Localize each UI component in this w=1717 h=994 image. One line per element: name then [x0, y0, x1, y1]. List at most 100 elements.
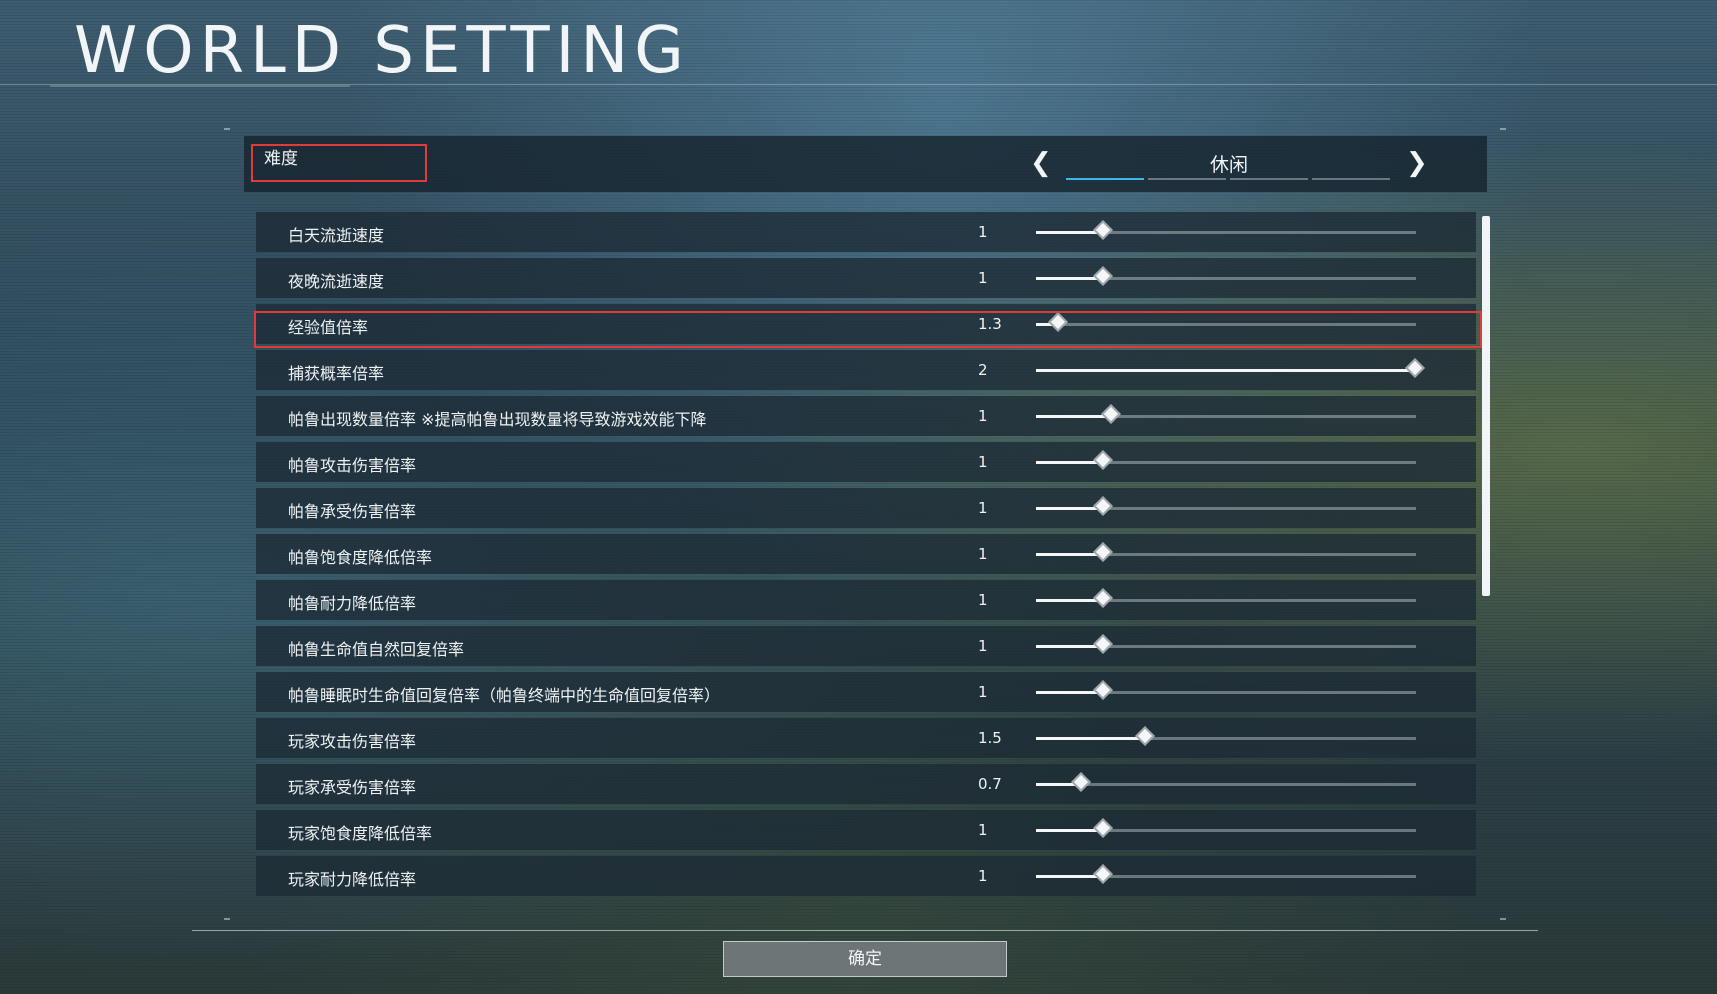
setting-label: 帕鲁生命值自然回复倍率: [288, 640, 465, 659]
setting-value: 0.7: [978, 775, 1002, 793]
difficulty-segment: [1066, 178, 1144, 180]
slider-thumb[interactable]: [1093, 496, 1114, 516]
slider-thumb[interactable]: [1093, 864, 1114, 884]
setting-value: 1: [978, 591, 988, 609]
difficulty-segment: [1312, 178, 1390, 180]
setting-slider[interactable]: [1036, 680, 1416, 700]
slider-thumb[interactable]: [1093, 634, 1114, 654]
slider-thumb[interactable]: [1135, 726, 1156, 746]
setting-row[interactable]: 帕鲁生命值自然回复倍率 1: [256, 626, 1476, 666]
slider-thumb[interactable]: [1047, 312, 1068, 332]
page-title: WORLD SETTING: [74, 14, 690, 88]
setting-label: 玩家攻击伤害倍率: [288, 732, 417, 751]
setting-label: 帕鲁睡眠时生命值回复倍率（帕鲁终端中的生命值回复倍率）: [288, 686, 721, 705]
difficulty-segment: [1230, 178, 1308, 180]
setting-value: 1: [978, 683, 988, 701]
settings-list: 白天流逝速度 1 夜晚流逝速度 1 经验值倍率 1.3 捕获概率倍率 2 帕鲁出现数量倍率 ※提…: [256, 212, 1476, 910]
difficulty-selector: 难度 ❮ 休闲 ❯: [244, 136, 1487, 192]
slider-thumb[interactable]: [1093, 818, 1114, 838]
setting-row[interactable]: 经验值倍率 1.3: [256, 304, 1476, 344]
slider-thumb[interactable]: [1070, 772, 1091, 792]
scrollbar-thumb[interactable]: [1482, 216, 1490, 596]
setting-label: 玩家饱食度降低倍率: [288, 824, 433, 843]
slider-fill: [1036, 737, 1147, 740]
setting-value: 1.5: [978, 729, 1002, 747]
slider-thumb[interactable]: [1093, 680, 1114, 700]
setting-slider[interactable]: [1036, 450, 1416, 470]
setting-label: 经验值倍率: [288, 318, 369, 337]
slider-thumb[interactable]: [1093, 542, 1114, 562]
setting-label: 帕鲁饱食度降低倍率: [288, 548, 433, 567]
setting-label: 玩家承受伤害倍率: [288, 778, 417, 797]
setting-value: 1: [978, 499, 988, 517]
bottom-divider: [192, 930, 1538, 931]
setting-slider[interactable]: [1036, 772, 1416, 792]
frame-corner-tick: [224, 918, 230, 920]
slider-track: [1036, 323, 1416, 326]
setting-label: 玩家耐力降低倍率: [288, 870, 417, 889]
difficulty-prev-arrow-icon[interactable]: ❮: [1030, 148, 1052, 178]
setting-row[interactable]: 帕鲁出现数量倍率 ※提高帕鲁出现数量将导致游戏效能下降 1: [256, 396, 1476, 436]
setting-slider[interactable]: [1036, 726, 1416, 746]
setting-row[interactable]: 玩家攻击伤害倍率 1.5: [256, 718, 1476, 758]
difficulty-value: 休闲: [1210, 154, 1249, 176]
setting-value: 2: [978, 361, 988, 379]
setting-slider[interactable]: [1036, 542, 1416, 562]
setting-slider[interactable]: [1036, 634, 1416, 654]
setting-label: 捕获概率倍率: [288, 364, 385, 383]
setting-row[interactable]: 夜晚流逝速度 1: [256, 258, 1476, 298]
setting-label: 帕鲁出现数量倍率 ※提高帕鲁出现数量将导致游戏效能下降: [288, 410, 707, 429]
setting-row[interactable]: 帕鲁攻击伤害倍率 1: [256, 442, 1476, 482]
setting-label: 帕鲁攻击伤害倍率: [288, 456, 417, 475]
setting-row[interactable]: 捕获概率倍率 2: [256, 350, 1476, 390]
slider-fill: [1036, 369, 1416, 372]
slider-thumb[interactable]: [1093, 266, 1114, 286]
setting-label: 白天流逝速度: [288, 226, 385, 245]
setting-value: 1: [978, 545, 988, 563]
difficulty-segment: [1148, 178, 1226, 180]
setting-value: 1: [978, 407, 988, 425]
confirm-button[interactable]: 确定: [723, 941, 1007, 977]
setting-value: 1: [978, 637, 988, 655]
setting-slider[interactable]: [1036, 220, 1416, 240]
setting-slider[interactable]: [1036, 312, 1416, 332]
setting-row[interactable]: 白天流逝速度 1: [256, 212, 1476, 252]
setting-slider[interactable]: [1036, 404, 1416, 424]
setting-row[interactable]: 帕鲁承受伤害倍率 1: [256, 488, 1476, 528]
setting-label: 帕鲁承受伤害倍率: [288, 502, 417, 521]
setting-slider[interactable]: [1036, 864, 1416, 884]
setting-row[interactable]: 玩家耐力降低倍率 1: [256, 856, 1476, 896]
setting-slider[interactable]: [1036, 266, 1416, 286]
difficulty-label: 难度: [264, 149, 298, 169]
setting-row[interactable]: 帕鲁饱食度降低倍率 1: [256, 534, 1476, 574]
setting-slider[interactable]: [1036, 496, 1416, 516]
frame-corner-tick: [224, 128, 230, 130]
setting-value: 1: [978, 223, 988, 241]
scrollbar[interactable]: [1482, 212, 1490, 910]
title-underline-deco: [50, 85, 350, 87]
setting-value: 1: [978, 453, 988, 471]
setting-slider[interactable]: [1036, 588, 1416, 608]
slider-thumb[interactable]: [1093, 220, 1114, 240]
setting-row[interactable]: 玩家承受伤害倍率 0.7: [256, 764, 1476, 804]
setting-row[interactable]: 玩家饱食度降低倍率 1: [256, 810, 1476, 850]
setting-row[interactable]: 帕鲁睡眠时生命值回复倍率（帕鲁终端中的生命值回复倍率） 1: [256, 672, 1476, 712]
frame-corner-tick: [1500, 128, 1506, 130]
setting-value: 1: [978, 821, 988, 839]
setting-value: 1: [978, 867, 988, 885]
setting-slider[interactable]: [1036, 818, 1416, 838]
setting-slider[interactable]: [1036, 358, 1425, 378]
setting-value: 1: [978, 269, 988, 287]
frame-corner-tick: [1500, 918, 1506, 920]
slider-fill: [1036, 415, 1112, 418]
setting-row[interactable]: 帕鲁耐力降低倍率 1: [256, 580, 1476, 620]
setting-label: 夜晚流逝速度: [288, 272, 385, 291]
setting-label: 帕鲁耐力降低倍率: [288, 594, 417, 613]
slider-thumb[interactable]: [1101, 404, 1121, 424]
slider-thumb[interactable]: [1405, 358, 1425, 378]
slider-thumb[interactable]: [1093, 588, 1114, 608]
slider-thumb[interactable]: [1093, 450, 1114, 470]
difficulty-next-arrow-icon[interactable]: ❯: [1406, 148, 1428, 178]
setting-value: 1.3: [978, 315, 1002, 333]
slider-track: [1036, 783, 1416, 786]
